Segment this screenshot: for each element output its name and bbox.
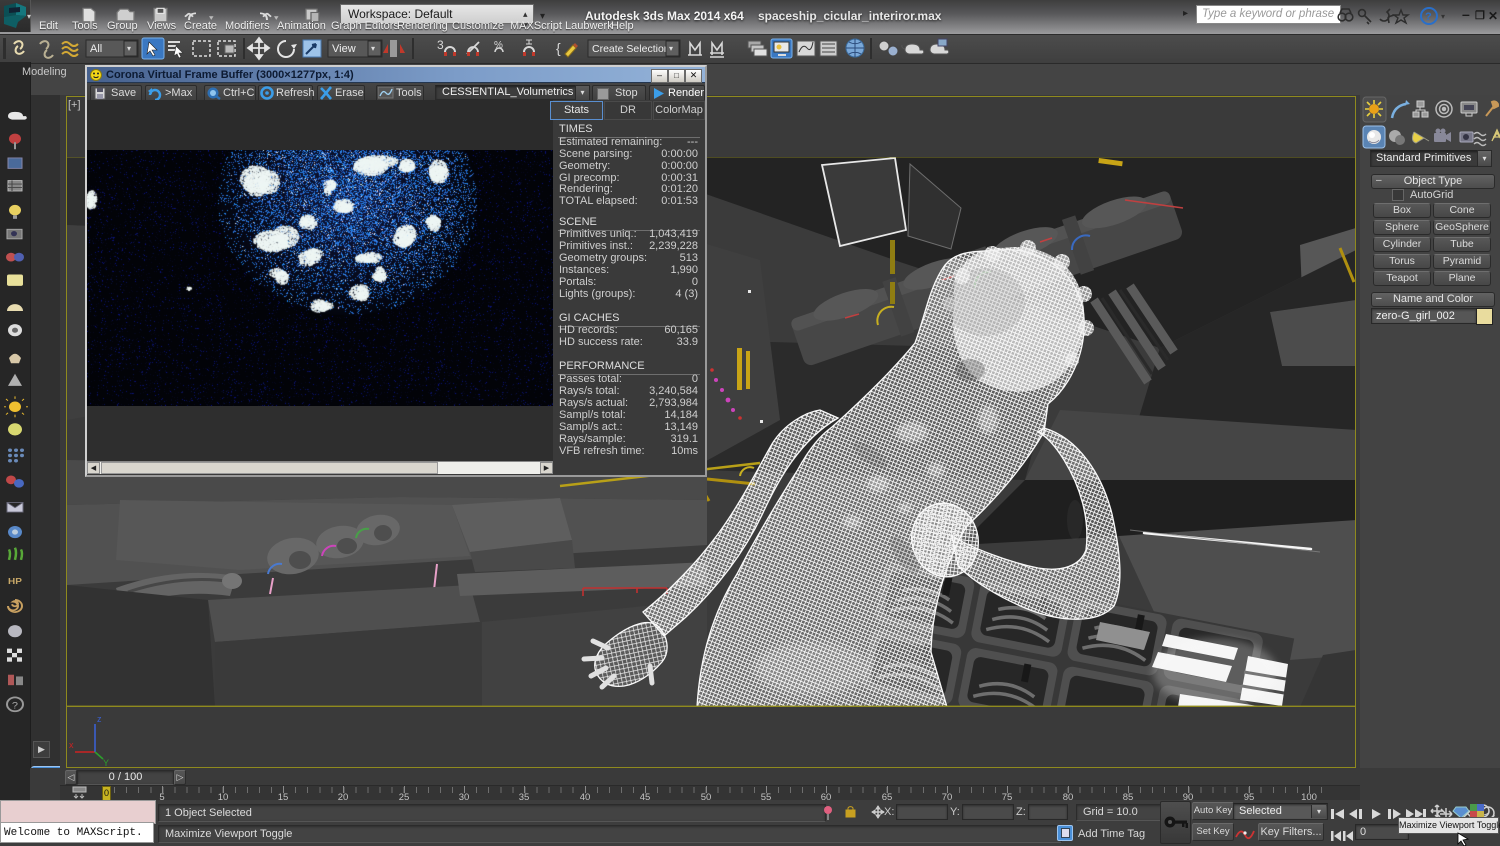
svg-text:Create Selection: Create Selection bbox=[592, 43, 670, 55]
svg-text:View: View bbox=[332, 43, 356, 55]
svg-text:▾: ▾ bbox=[1441, 12, 1445, 21]
svg-text:▾: ▾ bbox=[371, 44, 375, 53]
svg-text:▾: ▾ bbox=[669, 44, 673, 53]
svg-text:Y: Y bbox=[103, 758, 109, 766]
svg-text:?: ? bbox=[1425, 11, 1432, 23]
svg-text:All: All bbox=[90, 43, 102, 55]
svg-text:HP: HP bbox=[8, 577, 22, 586]
svg-text:?: ? bbox=[12, 701, 18, 711]
svg-text:{: { bbox=[556, 40, 561, 56]
svg-text:▾: ▾ bbox=[127, 44, 131, 53]
svg-text:x: x bbox=[69, 740, 74, 750]
svg-text:3: 3 bbox=[437, 38, 444, 52]
svg-text:z: z bbox=[97, 714, 102, 724]
